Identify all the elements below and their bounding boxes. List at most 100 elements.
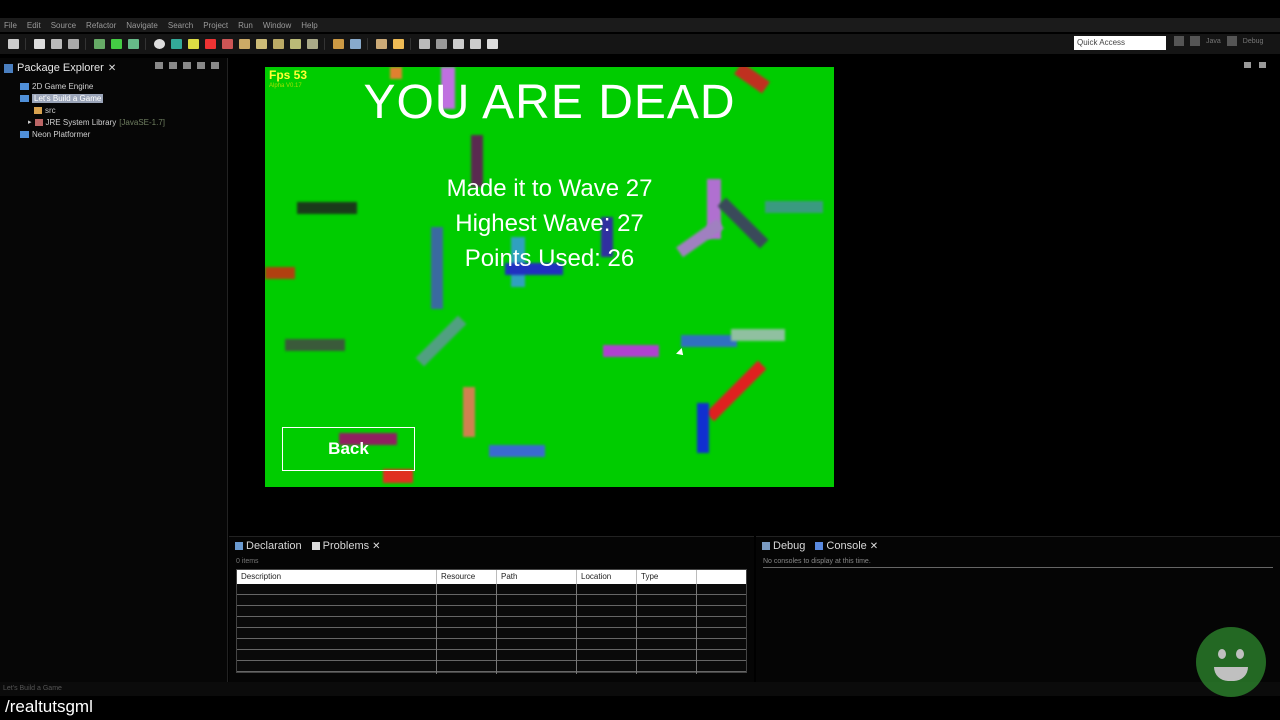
tab-label: Problems: [322, 540, 370, 552]
forward-arrow-icon[interactable]: [470, 39, 481, 49]
tab-label: Declaration: [246, 540, 302, 552]
pin-editor-icon[interactable]: [487, 39, 498, 49]
step-over-icon[interactable]: [256, 39, 267, 49]
tree-item-engine[interactable]: 2D Game Engine: [20, 80, 165, 92]
menu-navigate[interactable]: Navigate: [126, 21, 158, 30]
menu-search[interactable]: Search: [168, 21, 193, 30]
tab-console[interactable]: Console ✕: [815, 540, 878, 552]
particle-trail: [489, 445, 545, 457]
menu-window[interactable]: Window: [263, 21, 291, 30]
save-icon[interactable]: [34, 39, 45, 49]
quick-access-input[interactable]: Quick Access: [1074, 36, 1166, 50]
debug-perspective-icon[interactable]: [1226, 36, 1237, 46]
declaration-icon: [235, 542, 243, 550]
new-java-project-icon[interactable]: [333, 39, 344, 49]
run-icon[interactable]: [111, 39, 122, 49]
menu-refactor[interactable]: Refactor: [86, 21, 116, 30]
search-icon[interactable]: [393, 39, 404, 49]
column-divider: [636, 584, 637, 674]
expand-arrow-icon[interactable]: ▸: [28, 118, 32, 126]
column-description[interactable]: Description: [237, 570, 437, 584]
console-message: No consoles to display at this time.: [763, 558, 871, 565]
tab-declaration[interactable]: Declaration: [235, 540, 302, 552]
toolbar-separator: [85, 38, 86, 50]
back-arrow-icon[interactable]: [453, 39, 464, 49]
close-icon[interactable]: ✕: [870, 541, 878, 552]
tree-item-label: Let's Build a Game: [32, 93, 104, 103]
column-path[interactable]: Path: [497, 570, 577, 584]
console-icon: [815, 542, 824, 550]
menu-source[interactable]: Source: [51, 21, 76, 30]
build-icon[interactable]: [94, 39, 105, 49]
print-icon[interactable]: [68, 39, 79, 49]
column-resource[interactable]: Resource: [437, 570, 497, 584]
game-window[interactable]: Fps 53 Alpha V0.17 YOU ARE DEAD Made it …: [265, 67, 834, 487]
particle-trail: [463, 387, 475, 437]
menu-edit[interactable]: Edit: [27, 21, 41, 30]
menu-help[interactable]: Help: [301, 21, 317, 30]
perspective-java[interactable]: Java: [1206, 38, 1221, 45]
next-annotation-icon[interactable]: [419, 39, 430, 49]
open-perspective-icon[interactable]: [1174, 36, 1184, 46]
close-icon[interactable]: ✕: [108, 63, 116, 74]
use-step-filters-icon[interactable]: [307, 39, 318, 49]
maximize-icon[interactable]: [211, 62, 219, 69]
disconnect-icon[interactable]: [222, 39, 233, 49]
editor-toolbar: [1244, 62, 1266, 68]
terminate-icon[interactable]: [205, 39, 216, 49]
particle-trail: [415, 315, 467, 367]
collapse-all-icon[interactable]: [155, 62, 163, 69]
save-all-icon[interactable]: [51, 39, 62, 49]
maximize-icon[interactable]: [1259, 62, 1266, 68]
debug-icon: [762, 542, 770, 550]
problems-table[interactable]: Description Resource Path Location Type: [236, 569, 747, 674]
tree-item-jre[interactable]: ▸ JRE System Library [JavaSE-1.7]: [20, 116, 165, 128]
menu-file[interactable]: File: [4, 21, 17, 30]
open-type-icon[interactable]: [376, 39, 387, 49]
step-return-icon[interactable]: [273, 39, 284, 49]
view-menu-icon[interactable]: [183, 62, 191, 69]
back-button[interactable]: Back: [282, 427, 415, 471]
menu-project[interactable]: Project: [203, 21, 228, 30]
package-explorer-tab[interactable]: Package Explorer ✕: [4, 60, 116, 76]
toolbar-separator: [25, 38, 26, 50]
drop-to-frame-icon[interactable]: [290, 39, 301, 49]
column-location[interactable]: Location: [577, 570, 637, 584]
java-perspective-icon[interactable]: [1190, 36, 1200, 46]
new-icon[interactable]: [8, 39, 19, 49]
tree-item-game[interactable]: Let's Build a Game: [20, 92, 165, 104]
menu-run[interactable]: Run: [238, 21, 253, 30]
toolbar-separator: [324, 38, 325, 50]
channel-mascot-icon: [1196, 627, 1266, 697]
link-with-editor-icon[interactable]: [169, 62, 177, 69]
package-explorer-title: Package Explorer: [17, 62, 104, 74]
game-over-title: YOU ARE DEAD: [363, 76, 736, 129]
jre-version-label: [JavaSE-1.7]: [119, 117, 166, 127]
items-count: 0 items: [236, 558, 259, 565]
perspective-debug[interactable]: Debug: [1243, 38, 1264, 45]
tab-label: Console: [826, 540, 867, 552]
minimize-icon[interactable]: [1244, 62, 1251, 68]
tree-item-neon[interactable]: Neon Platformer: [20, 128, 165, 140]
particle-trail: [697, 403, 709, 453]
new-package-icon[interactable]: [350, 39, 361, 49]
column-type[interactable]: Type: [637, 570, 697, 584]
project-folder-icon: [20, 130, 29, 138]
mascot-eye: [1218, 649, 1226, 659]
resume-icon[interactable]: [171, 39, 182, 49]
particle-trail: [285, 339, 345, 351]
tab-problems[interactable]: Problems ✕: [311, 540, 381, 552]
previous-annotation-icon[interactable]: [436, 39, 447, 49]
points-used-text: Points Used: 26: [464, 245, 635, 272]
debug-icon[interactable]: [128, 39, 139, 49]
step-into-icon[interactable]: [239, 39, 250, 49]
suspend-icon[interactable]: [188, 39, 199, 49]
tab-debug[interactable]: Debug: [762, 540, 805, 552]
table-body: [237, 584, 746, 674]
minimize-icon[interactable]: [197, 62, 205, 69]
wave-reached-text: Made it to Wave 27: [446, 175, 653, 202]
column-divider: [696, 584, 697, 674]
tree-item-src[interactable]: src: [20, 104, 165, 116]
skip-breakpoints-icon[interactable]: [154, 39, 165, 49]
close-icon[interactable]: ✕: [372, 541, 380, 552]
